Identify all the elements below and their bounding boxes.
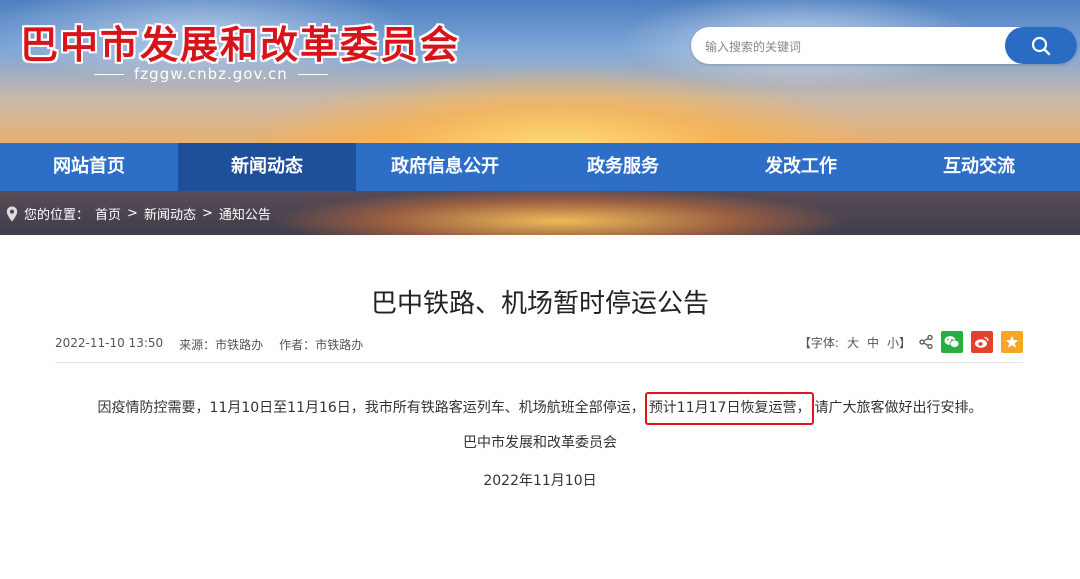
source-label: 来源： xyxy=(179,338,216,352)
nav-item-news[interactable]: 新闻动态 xyxy=(178,143,356,191)
search-box xyxy=(691,27,1077,66)
share-wechat-button[interactable] xyxy=(941,331,963,353)
font-size-large-button[interactable]: 大 xyxy=(847,334,859,351)
article-date: 2022年11月10日 xyxy=(483,473,597,489)
search-icon xyxy=(1031,36,1051,55)
domain-line-right xyxy=(297,73,328,75)
breadcrumb-strip: 您的位置： 首页 > 新闻动态 > 通知公告 xyxy=(0,191,1080,235)
article-meta: 2022-11-10 13:50 来源：市铁路办 作者：市铁路办 xyxy=(55,336,363,353)
breadcrumb-notices[interactable]: 通知公告 xyxy=(219,204,271,223)
source-value: 市铁路办 xyxy=(215,338,264,352)
nav-item-home[interactable]: 网站首页 xyxy=(0,143,178,191)
breadcrumb-home[interactable]: 首页 xyxy=(95,204,121,223)
share-weibo-button[interactable] xyxy=(971,331,993,353)
article-source: 来源：市铁路办 xyxy=(179,336,263,353)
search-input[interactable] xyxy=(703,27,997,66)
main-nav: 网站首页 新闻动态 政府信息公开 政务服务 发改工作 互动交流 xyxy=(0,143,1080,191)
highlighted-text: 预计11月17日恢复运营， xyxy=(644,392,815,425)
weibo-icon xyxy=(975,336,989,348)
nav-item-reform-work[interactable]: 发改工作 xyxy=(712,143,890,191)
star-icon xyxy=(1005,335,1019,348)
share-icon[interactable] xyxy=(919,335,933,349)
breadcrumb-separator: > xyxy=(127,206,138,221)
site-domain: fzggw.cnbz.gov.cn xyxy=(94,65,328,83)
favorite-button[interactable] xyxy=(1001,331,1023,353)
search-button[interactable] xyxy=(1005,27,1077,64)
article-body: 因疫情防控需要，11月10日至11月16日，我市所有铁路客运列车、机场航班全部停… xyxy=(0,392,1080,425)
location-pin-icon xyxy=(6,206,18,221)
author-label: 作者： xyxy=(279,338,316,352)
header-banner: 巴中市发展和改革委员会 fzggw.cnbz.gov.cn xyxy=(0,0,1080,143)
nav-item-services[interactable]: 政务服务 xyxy=(534,143,712,191)
wechat-icon xyxy=(944,336,960,348)
article-title: 巴中铁路、机场暂时停运公告 xyxy=(370,289,709,319)
nav-item-interaction[interactable]: 互动交流 xyxy=(890,143,1068,191)
font-size-close: 】 xyxy=(898,335,911,350)
article-tools: 【字体: 大 中 小 】 xyxy=(799,331,1023,353)
article-signature: 巴中市发展和改革委员会 xyxy=(463,435,617,451)
breadcrumb-separator: > xyxy=(201,206,213,221)
font-size-label: 【字体: xyxy=(798,335,839,350)
meta-divider xyxy=(55,362,1023,363)
article-body-text-end: 请广大旅客做好出行安排。 xyxy=(814,400,983,416)
site-domain-text: fzggw.cnbz.gov.cn xyxy=(134,65,288,83)
nav-item-gov-info[interactable]: 政府信息公开 xyxy=(356,143,534,191)
author-value: 市铁路办 xyxy=(315,338,364,352)
breadcrumb: 您的位置： 首页 > 新闻动态 > 通知公告 xyxy=(6,204,271,223)
domain-line-left xyxy=(94,73,124,75)
article-author: 作者：市铁路办 xyxy=(279,336,363,353)
article-datetime: 2022-11-10 13:50 xyxy=(55,336,164,350)
site-title[interactable]: 巴中市发展和改革委员会 xyxy=(20,14,460,69)
font-size-medium-button[interactable]: 中 xyxy=(867,334,879,351)
article-body-text: 因疫情防控需要，11月10日至11月16日，我市所有铁路客运列车、机场航班全部停… xyxy=(97,400,645,416)
font-size-small-button[interactable]: 小 xyxy=(887,334,899,351)
breadcrumb-prefix: 您的位置： xyxy=(24,208,90,223)
breadcrumb-news[interactable]: 新闻动态 xyxy=(144,204,196,223)
article-card: 巴中铁路、机场暂时停运公告 2022-11-10 13:50 来源：市铁路办 作… xyxy=(0,235,1080,579)
